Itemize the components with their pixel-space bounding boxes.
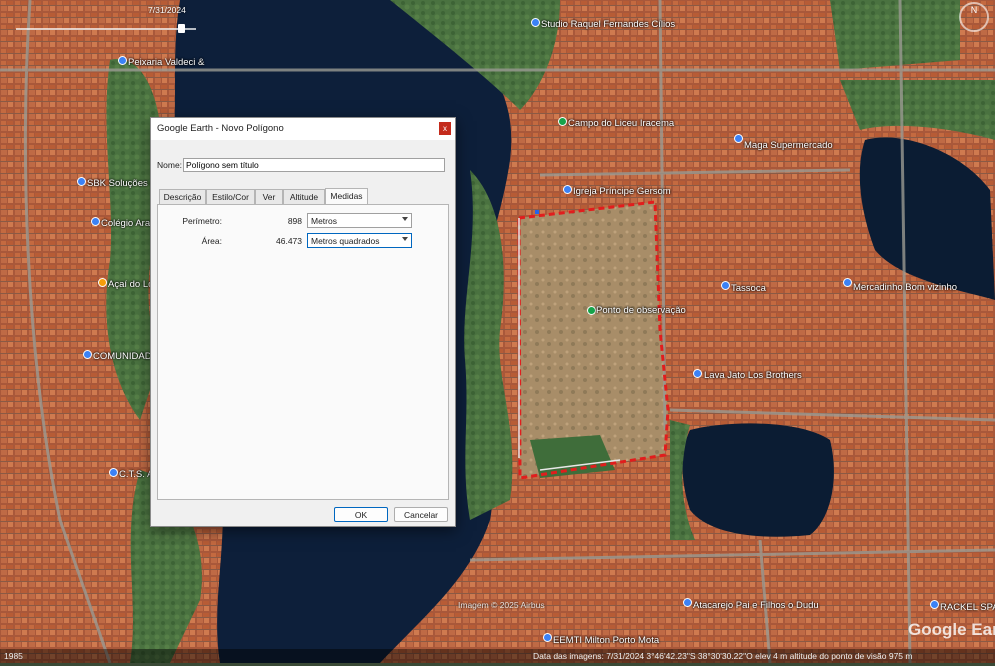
place-label[interactable]: EEMTI Milton Porto Mota bbox=[553, 635, 659, 646]
perimeter-unit: Metros bbox=[311, 216, 337, 226]
tab-descricao[interactable]: Descrição bbox=[159, 189, 206, 204]
area-value: 46.473 bbox=[276, 236, 302, 246]
place-label[interactable]: Igreja Príncipe Gersom bbox=[573, 186, 671, 197]
tab-medidas[interactable]: Medidas bbox=[325, 188, 368, 205]
place-label[interactable]: Tassoca bbox=[731, 283, 766, 294]
chevron-down-icon bbox=[402, 217, 408, 221]
place-label[interactable]: COMUNIDAD bbox=[93, 351, 152, 362]
place-label[interactable]: Peixaria Valdeci & bbox=[128, 57, 204, 68]
new-polygon-dialog: Google Earth - Novo Polígono x Nome: Des… bbox=[150, 117, 456, 527]
place-label[interactable]: Studio Raquel Fernandes Cílios bbox=[541, 19, 675, 30]
place-label[interactable]: Campo do Liceu Iracema bbox=[568, 118, 674, 129]
historical-imagery-slider[interactable]: 7/31/2024 bbox=[8, 5, 198, 33]
chevron-down-icon bbox=[402, 237, 408, 241]
area-row: Área: 46.473 Metros quadrados bbox=[158, 233, 448, 249]
observation-point-pin-icon[interactable] bbox=[587, 306, 596, 315]
place-pin-icon[interactable] bbox=[118, 56, 127, 65]
place-pin-icon[interactable] bbox=[558, 117, 567, 126]
tab-ver[interactable]: Ver bbox=[255, 189, 283, 204]
place-pin-icon[interactable] bbox=[83, 350, 92, 359]
imagery-copyright: Imagem © 2025 Airbus bbox=[458, 600, 545, 610]
close-icon[interactable]: x bbox=[439, 122, 451, 135]
place-pin-icon[interactable] bbox=[843, 278, 852, 287]
name-label: Nome: bbox=[157, 160, 183, 170]
place-pin-icon[interactable] bbox=[531, 18, 540, 27]
place-pin-icon[interactable] bbox=[98, 278, 107, 287]
perimeter-row: Perímetro: 898 Metros bbox=[158, 213, 448, 229]
place-pin-icon[interactable] bbox=[91, 217, 100, 226]
timeline-start-year: 1985 bbox=[4, 651, 23, 661]
name-input[interactable] bbox=[183, 158, 445, 172]
measures-panel: Perímetro: 898 Metros Área: 46.473 Metro… bbox=[157, 204, 449, 500]
perimeter-label: Perímetro: bbox=[182, 216, 222, 226]
place-pin-icon[interactable] bbox=[77, 177, 86, 186]
place-label[interactable]: Açaí do Lo bbox=[108, 279, 153, 290]
status-info: Data das imagens: 7/31/2024 3°46'42.23"S… bbox=[533, 651, 913, 661]
perimeter-value: 898 bbox=[287, 216, 302, 226]
place-pin-icon[interactable] bbox=[734, 134, 743, 143]
compass-icon[interactable]: N bbox=[959, 2, 989, 32]
area-unit: Metros quadrados bbox=[311, 236, 380, 246]
google-earth-watermark: Google Earth bbox=[908, 620, 995, 639]
place-label[interactable]: C.T.S. A bbox=[119, 469, 153, 480]
place-pin-icon[interactable] bbox=[109, 468, 118, 477]
tab-altitude[interactable]: Altitude bbox=[283, 189, 325, 204]
area-unit-select[interactable]: Metros quadrados bbox=[307, 233, 412, 248]
status-bar: 1985 Data das imagens: 7/31/2024 3°46'42… bbox=[0, 649, 995, 663]
dialog-title: Google Earth - Novo Polígono bbox=[157, 123, 284, 134]
ok-button[interactable]: OK bbox=[334, 507, 388, 522]
place-pin-icon[interactable] bbox=[930, 600, 939, 609]
dialog-titlebar[interactable]: Google Earth - Novo Polígono x bbox=[151, 118, 455, 140]
place-label[interactable]: Atacarejo Pai e Filhos o Dudu bbox=[693, 600, 819, 611]
cancel-button[interactable]: Cancelar bbox=[394, 507, 448, 522]
place-label[interactable]: SBK Soluções e bbox=[87, 178, 156, 189]
place-label[interactable]: Colégio Araú bbox=[101, 218, 155, 229]
place-label[interactable]: Mercadinho Bom vizinho bbox=[853, 282, 957, 293]
tab-estilo-cor[interactable]: Estilo/Cor bbox=[206, 189, 255, 204]
place-label[interactable]: RACKEL SPA bbox=[940, 602, 995, 613]
place-pin-icon[interactable] bbox=[693, 369, 702, 378]
place-label[interactable]: Maga Supermercado bbox=[744, 140, 833, 151]
timeline-date: 7/31/2024 bbox=[148, 5, 186, 15]
perimeter-unit-select[interactable]: Metros bbox=[307, 213, 412, 228]
place-label[interactable]: Lava Jato Los Brothers bbox=[704, 370, 802, 381]
place-pin-icon[interactable] bbox=[563, 185, 572, 194]
timeline-handle[interactable] bbox=[178, 24, 185, 33]
timeline-track[interactable] bbox=[16, 28, 196, 30]
place-pin-icon[interactable] bbox=[721, 281, 730, 290]
place-label[interactable]: Ponto de observação bbox=[596, 305, 686, 316]
place-pin-icon[interactable] bbox=[543, 633, 552, 642]
area-label: Área: bbox=[201, 236, 222, 246]
north-label: N bbox=[970, 5, 978, 15]
place-pin-icon[interactable] bbox=[683, 598, 692, 607]
